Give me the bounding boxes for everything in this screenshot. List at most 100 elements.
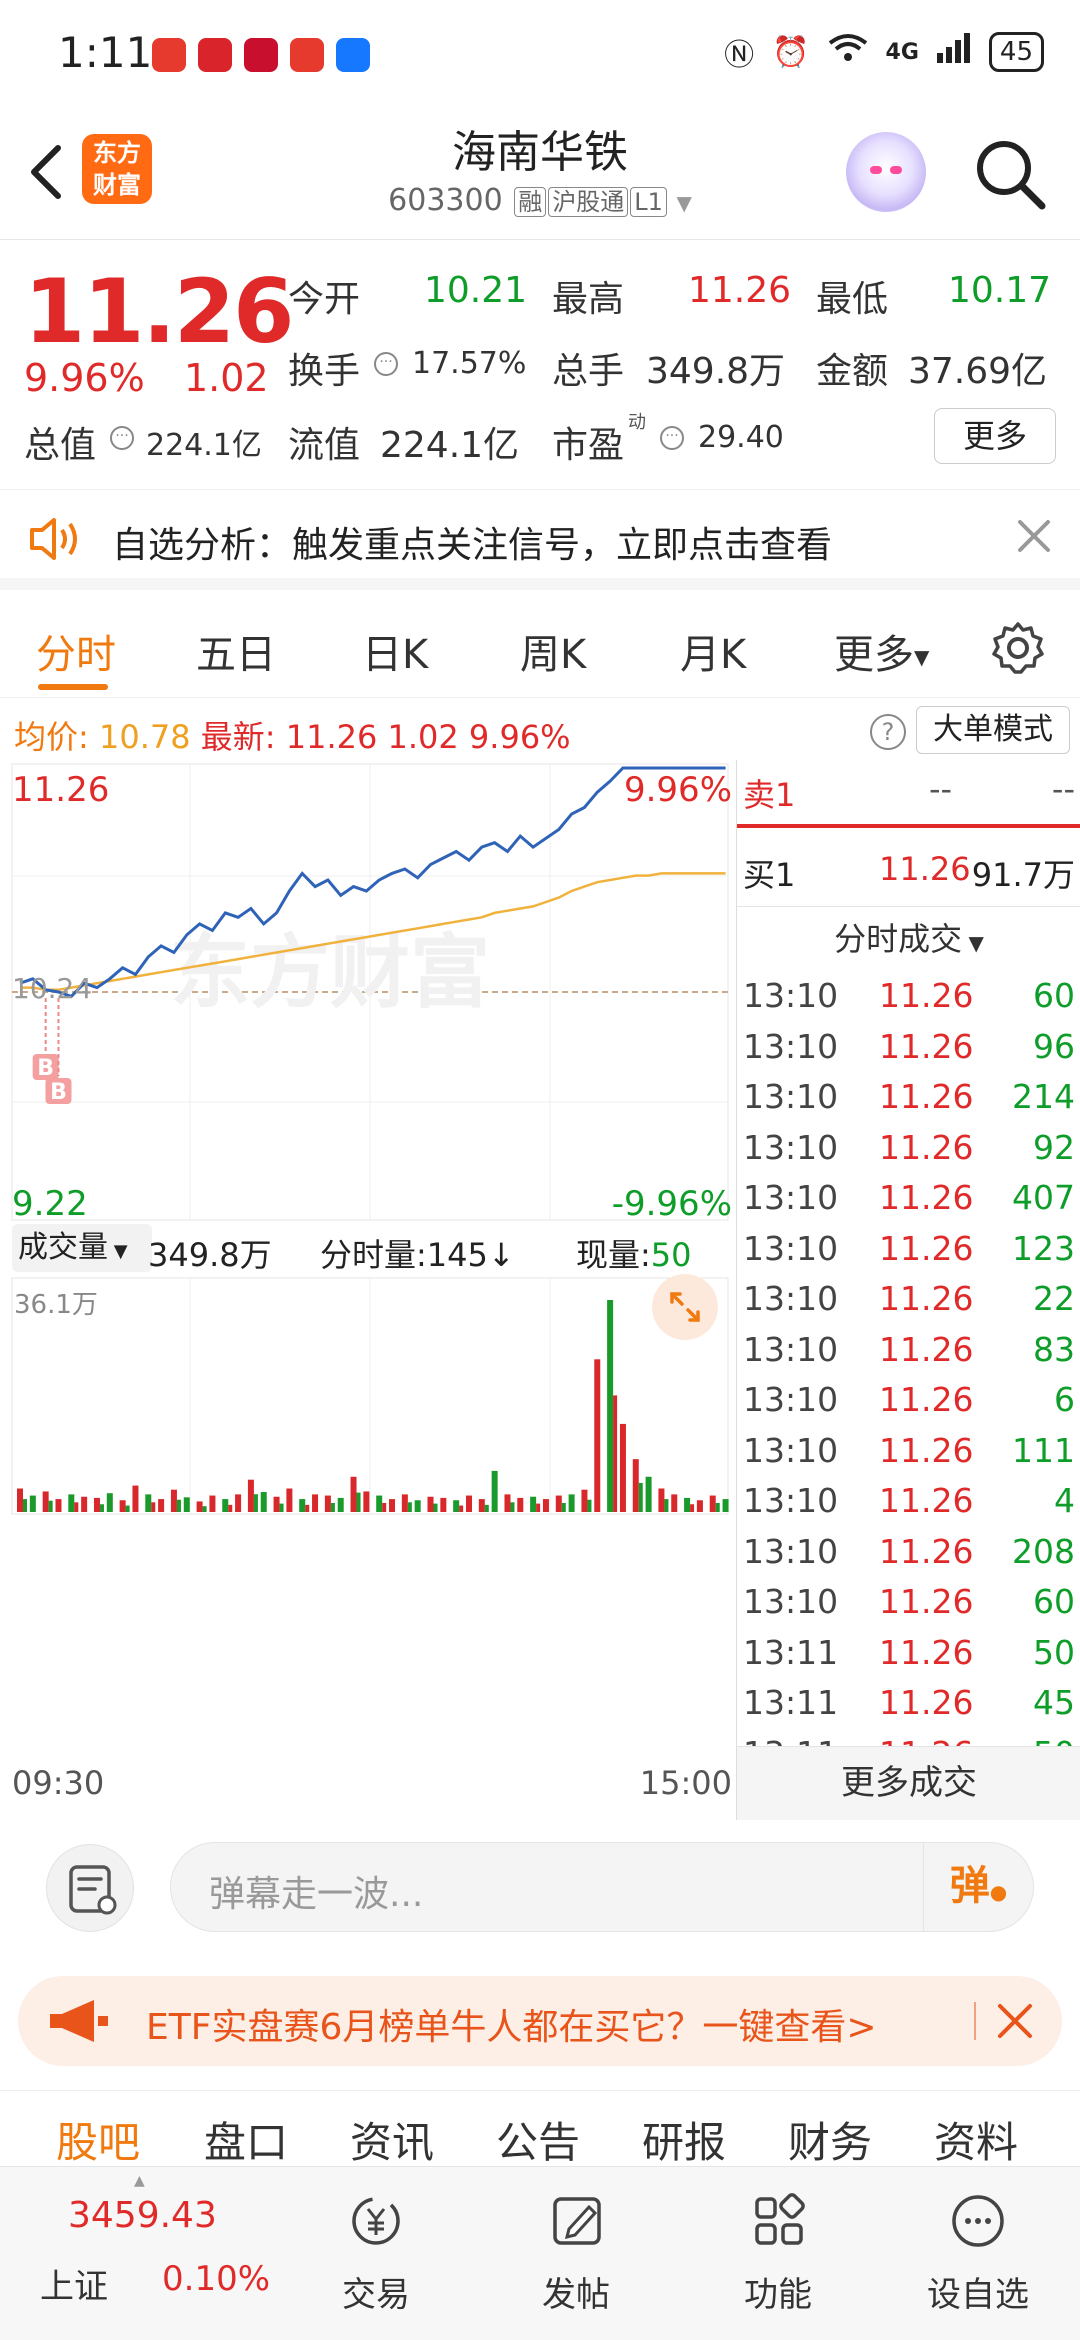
order-book-panel: 卖1 -- -- 买1 11.26 91.7万 分时成交 ▼ 13:10 11.2… <box>736 760 1080 1820</box>
index-ticker[interactable]: ▲ 3459.43 上证 0.10% <box>0 2167 270 2340</box>
volume-bar <box>330 1502 335 1512</box>
open-value: 10.21 <box>424 270 528 311</box>
quote-panel: 11.26 9.96% 1.02 今开 10.21 最高 11.26 最低 10… <box>0 240 1080 490</box>
post-button[interactable]: 发帖 <box>506 2189 646 2316</box>
tick-price: 11.26 <box>879 1632 974 1672</box>
section-nav: 股吧 盘口 资讯 公告 研报 财务 资料 <box>0 2090 1080 2167</box>
tick-volume: 96 <box>1033 1026 1075 1066</box>
status-time: 1:11 <box>58 28 153 77</box>
high-label: 最高 <box>552 279 625 320</box>
danmu-send-label: 弹 <box>949 1863 990 1909</box>
volume-bar <box>170 1489 177 1512</box>
volume-bar <box>228 1504 233 1512</box>
mktcap-label: 总值 <box>24 425 97 466</box>
more-deals-button[interactable]: 更多成交 <box>737 1746 1080 1820</box>
ticks-header[interactable]: 分时成交 ▼ <box>737 914 1080 960</box>
tick-time: 13:10 <box>743 1279 839 1318</box>
tick-time: 13:10 <box>743 1531 839 1571</box>
quote-more-button[interactable]: 更多 <box>934 408 1056 464</box>
danmu-send-button[interactable]: 弹● <box>923 1843 1033 1931</box>
volume-bar <box>561 1502 566 1512</box>
section-tab-orderbook[interactable]: 盘口 <box>204 2109 288 2170</box>
gear-icon[interactable] <box>990 620 1046 676</box>
tick-time: 13:10 <box>743 1430 839 1470</box>
tab-daily-k[interactable]: 日K <box>362 622 428 680</box>
volume-bar <box>196 1501 203 1512</box>
tick-row: 13:10 11.26 96 <box>737 1027 1080 1077</box>
volume-bar <box>222 1499 229 1512</box>
intraday-chart[interactable]: 东方财富 BB 11.26 9.96% 10.24 9.22 -9.96% 成交… <box>0 760 736 1818</box>
volume-bar <box>510 1502 515 1512</box>
change-amount: 1.02 <box>184 356 269 400</box>
section-tab-research[interactable]: 研报 <box>642 2109 726 2170</box>
volume-total: 349.8万 <box>148 1236 272 1274</box>
tab-more[interactable]: 更多▼ <box>834 622 929 680</box>
volume-bar <box>459 1505 464 1512</box>
orderbook-divider <box>737 824 1080 828</box>
section-tab-profile[interactable]: 资料 <box>934 2109 1018 2170</box>
section-tab-news[interactable]: 资讯 <box>350 2109 434 2170</box>
stock-header: 东方 财富 海南华铁 603300 融沪股通 L1 ▼ <box>0 100 1080 240</box>
volume-bar <box>427 1496 434 1512</box>
volume-bar <box>202 1506 207 1512</box>
volume-bar <box>664 1499 669 1512</box>
open-label: 今开 <box>288 279 361 320</box>
promo-banner[interactable]: ETF实盘赛6月榜单牛人都在买它？一键查看> <box>18 1976 1062 2066</box>
tick-time: 13:10 <box>743 1077 839 1116</box>
add-watchlist-button[interactable]: 设自选 <box>908 2189 1048 2316</box>
volume-bar <box>671 1494 678 1512</box>
divider <box>737 906 1080 907</box>
close-icon[interactable] <box>994 2000 1036 2042</box>
help-icon[interactable]: ? <box>870 714 906 750</box>
volume-bar <box>478 1499 485 1512</box>
trade-button[interactable]: 交易 <box>306 2189 446 2316</box>
volume-bar <box>74 1502 79 1512</box>
section-tab-forum[interactable]: 股吧 <box>56 2109 140 2170</box>
tick-price: 11.26 <box>879 1380 974 1419</box>
tick-time: 13:10 <box>743 1329 839 1369</box>
tick-price: 11.26 <box>879 1329 974 1369</box>
tick-price: 11.26 <box>879 1430 974 1470</box>
volume-bar <box>555 1495 562 1512</box>
tick-volume: 214 <box>1012 1077 1075 1116</box>
functions-button[interactable]: 功能 <box>708 2189 848 2316</box>
time-end: 15:00 <box>639 1764 732 1802</box>
close-icon[interactable] <box>1014 516 1054 556</box>
status-indicators: Ⓝ ⏰ 4G 45 <box>724 30 1044 74</box>
expand-icon[interactable] <box>652 1274 718 1340</box>
volume-bar <box>145 1494 152 1512</box>
tab-intraday[interactable]: 分时 <box>36 622 116 680</box>
volume-bar <box>299 1499 306 1512</box>
section-tab-announcements[interactable]: 公告 <box>496 2109 580 2170</box>
info-dots-icon[interactable]: ··· <box>110 426 134 450</box>
danmu-input[interactable]: 弹幕走一波... 弹● <box>170 1842 1034 1932</box>
tab-five-day[interactable]: 五日 <box>196 622 276 680</box>
tick-time: 13:11 <box>743 1683 839 1722</box>
tick-row: 13:10 11.26 111 <box>737 1431 1080 1481</box>
network-type: 4G <box>885 39 919 65</box>
tab-monthly-k[interactable]: 月K <box>680 622 746 680</box>
info-dots-icon[interactable]: ··· <box>660 426 684 450</box>
assistant-robot-icon[interactable] <box>846 132 926 212</box>
buy-marker-label: B <box>37 1056 54 1081</box>
search-icon[interactable] <box>972 136 1048 212</box>
big-order-mode-button[interactable]: 大单模式 <box>916 706 1070 754</box>
tag-level: L1 <box>630 187 667 217</box>
volume-bar <box>23 1499 27 1512</box>
info-dots-icon[interactable]: ··· <box>374 352 398 376</box>
section-tab-finance[interactable]: 财务 <box>788 2109 872 2170</box>
note-settings-icon[interactable] <box>46 1844 134 1932</box>
volume-indicator-select[interactable]: 成交量 ▼ <box>12 1224 152 1272</box>
alert-bar[interactable]: 自选分析：触发重点关注信号，立即点击查看 <box>0 490 1080 590</box>
tab-weekly-k[interactable]: 周K <box>520 622 586 680</box>
volume-bar <box>176 1499 181 1512</box>
alipay-app-icon <box>336 38 370 72</box>
volume-bar <box>645 1476 652 1512</box>
volume-bar <box>132 1485 139 1512</box>
pe-superscript: 动 <box>628 412 646 433</box>
tick-row: 13:10 11.26 208 <box>737 1532 1080 1582</box>
volume-bar <box>722 1499 729 1512</box>
volume-bar <box>619 1423 626 1512</box>
tick-row: 13:10 11.26 407 <box>737 1178 1080 1228</box>
chart-bottom-price: 9.22 <box>12 1184 88 1224</box>
